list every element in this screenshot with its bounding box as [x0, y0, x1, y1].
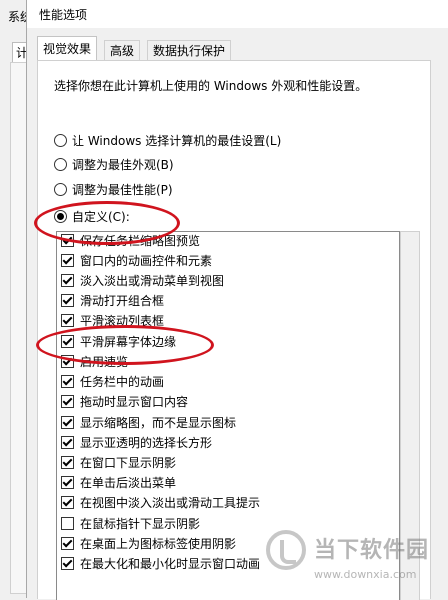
list-item[interactable]: 在视图中淡入淡出或滑动工具提示: [61, 494, 260, 511]
radio-label: 自定义(C):: [72, 209, 130, 224]
radio-button[interactable]: [54, 157, 67, 171]
list-item-label: 淡入淡出或滑动菜单到视图: [80, 274, 225, 288]
list-item-label: 启用速览: [80, 355, 129, 369]
checkbox[interactable]: [61, 517, 74, 530]
tab-visual-effects[interactable]: 视觉效果: [37, 36, 98, 61]
list-item[interactable]: 保存任务栏缩略图预览: [61, 232, 200, 249]
radio-label: 调整为最佳性能(P): [72, 182, 173, 197]
radio-label: 调整为最佳外观(B): [72, 157, 174, 172]
list-item-label: 显示亚透明的选择长方形: [80, 436, 213, 450]
list-item-label: 在桌面上为图标标签使用阴影: [80, 537, 237, 551]
radio-button-selected[interactable]: [54, 209, 67, 223]
watermark: 当下软件园 www.downxia.com: [262, 522, 442, 592]
list-item[interactable]: 在最大化和最小化时显示窗口动画: [61, 555, 260, 572]
radio-label: 让 Windows 选择计算机的最佳设置(L): [72, 133, 282, 148]
radio-best-appearance[interactable]: 调整为最佳外观(B): [54, 155, 174, 173]
radio-button[interactable]: [54, 133, 67, 147]
checkbox-checked[interactable]: [61, 537, 74, 550]
checkbox-checked[interactable]: [61, 254, 74, 267]
list-item-label: 在单击后淡出菜单: [80, 476, 177, 490]
description-text: 选择你想在此计算机上使用的 Windows 外观和性能设置。: [54, 79, 368, 93]
checkbox-checked[interactable]: [61, 476, 74, 489]
radio-custom[interactable]: 自定义(C):: [54, 207, 130, 225]
list-item-label: 拖动时显示窗口内容: [80, 395, 189, 409]
checkbox-checked[interactable]: [61, 436, 74, 449]
visual-effects-panel: 选择你想在此计算机上使用的 Windows 外观和性能设置。 让 Windows…: [34, 60, 431, 600]
watermark-name: 当下软件园: [314, 538, 430, 563]
list-item-label: 显示缩略图，而不是显示图标: [80, 416, 237, 430]
checkbox-checked[interactable]: [61, 375, 74, 388]
checkbox-checked[interactable]: [61, 314, 74, 327]
list-item[interactable]: 平滑屏幕字体边缘: [61, 333, 176, 350]
checkbox-checked[interactable]: [61, 557, 74, 570]
checkbox-checked[interactable]: [61, 416, 74, 429]
list-item-label: 任务栏中的动画: [80, 375, 165, 389]
checkbox-checked[interactable]: [61, 355, 74, 368]
list-item-label: 平滑滚动列表框: [80, 314, 165, 328]
watermark-url: www.downxia.com: [314, 568, 417, 581]
checkbox-checked[interactable]: [61, 496, 74, 509]
list-item[interactable]: 启用速览: [61, 353, 128, 370]
list-item[interactable]: 在单击后淡出菜单: [61, 474, 176, 491]
list-item-label: 保存任务栏缩略图预览: [80, 234, 201, 248]
radio-let-windows-choose[interactable]: 让 Windows 选择计算机的最佳设置(L): [54, 131, 281, 149]
checkbox-checked[interactable]: [61, 294, 74, 307]
list-item-label: 窗口内的动画控件和元素: [80, 254, 213, 268]
radio-best-performance[interactable]: 调整为最佳性能(P): [54, 180, 173, 198]
list-item[interactable]: 显示亚透明的选择长方形: [61, 434, 212, 451]
list-item[interactable]: 淡入淡出或滑动菜单到视图: [61, 272, 224, 289]
tab-data-execution-prevention[interactable]: 数据执行保护: [147, 40, 232, 61]
list-item-label: 在最大化和最小化时显示窗口动画: [80, 557, 261, 571]
downxia-logo-icon: [266, 530, 306, 570]
list-item-label: 平滑屏幕字体边缘: [80, 335, 177, 349]
dialog-title: 性能选项: [39, 8, 88, 22]
list-item[interactable]: 平滑滚动列表框: [61, 312, 164, 329]
list-item[interactable]: 显示缩略图，而不是显示图标: [61, 414, 236, 431]
list-item[interactable]: 在鼠标指针下显示阴影: [61, 515, 200, 532]
list-item-label: 在视图中淡入淡出或滑动工具提示: [80, 496, 261, 510]
performance-options-dialog: 性能选项 视觉效果 高级 数据执行保护 选择你想在此计算机上使用的 Window…: [26, 0, 448, 600]
list-item-label: 在鼠标指针下显示阴影: [80, 517, 201, 531]
checkbox-checked[interactable]: [61, 274, 74, 287]
checkbox-checked[interactable]: [61, 456, 74, 469]
list-item[interactable]: 在窗口下显示阴影: [61, 454, 176, 471]
radio-button[interactable]: [54, 182, 67, 196]
tab-advanced[interactable]: 高级: [104, 40, 141, 61]
list-item-label: 在窗口下显示阴影: [80, 456, 177, 470]
list-item[interactable]: 窗口内的动画控件和元素: [61, 252, 212, 269]
list-item[interactable]: 滑动打开组合框: [61, 292, 164, 309]
list-item[interactable]: 拖动时显示窗口内容: [61, 393, 188, 410]
list-item[interactable]: 任务栏中的动画: [61, 373, 164, 390]
checkbox-checked[interactable]: [61, 335, 74, 348]
list-item-label: 滑动打开组合框: [80, 294, 165, 308]
checkbox-checked[interactable]: [61, 395, 74, 408]
list-item[interactable]: 在桌面上为图标标签使用阴影: [61, 535, 236, 552]
checkbox-checked[interactable]: [61, 234, 74, 247]
dialog-titlebar[interactable]: 性能选项: [27, 0, 448, 28]
